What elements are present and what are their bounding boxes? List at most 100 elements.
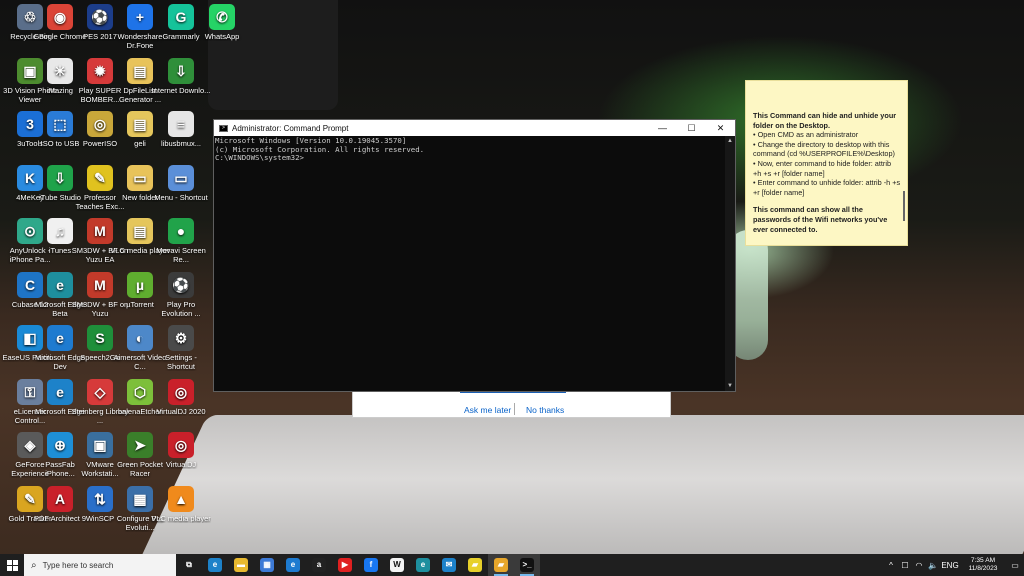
- desktop-icon[interactable]: ✆ WhatsApp: [192, 0, 252, 52]
- sticky-scrollbar[interactable]: [903, 191, 905, 221]
- sticky-heading-1: This Command can hide and unhide your fo…: [753, 111, 897, 130]
- tray-clock[interactable]: 7:35 AM 11/8/2023: [960, 557, 1006, 573]
- taskbar-app[interactable]: ⧉: [176, 554, 202, 576]
- desktop-icon-label: VirtualDJ 2020: [156, 406, 206, 416]
- sticky-bullet-list: • Open CMD as an administrator • Change t…: [753, 130, 901, 197]
- folder-icon: ▤: [127, 57, 153, 84]
- desktop-icon[interactable]: ● Movavi Screen Re...: [151, 214, 211, 266]
- edge-dev-taskbar-icon: e: [286, 558, 300, 572]
- aimersoft-icon: ◐: [127, 325, 153, 351]
- taskbar-app[interactable]: f: [358, 554, 384, 576]
- wikipedia-icon: W: [390, 558, 404, 572]
- scroll-up-icon[interactable]: ▲: [725, 136, 735, 146]
- taskbar-app[interactable]: e: [280, 554, 306, 576]
- tray-date: 11/8/2023: [968, 565, 998, 572]
- command-prompt-window[interactable]: > Administrator: Command Prompt — ☐ ✕ Mi…: [213, 119, 736, 392]
- desktop-icon[interactable]: ▭ Menu - Shortcut: [151, 161, 211, 213]
- facebook-icon: f: [364, 558, 378, 572]
- background-dialog: Ask me later No thanks: [352, 388, 671, 418]
- desktop-icon-label: Movavi Screen Re...: [156, 246, 206, 264]
- pes-icon: ⚽: [168, 271, 194, 298]
- console-prompt: C:\WINDOWS\system32>: [215, 153, 304, 163]
- task-view-icon: ⧉: [182, 558, 196, 572]
- desktop-icon[interactable]: ▲ VLC media player: [151, 482, 211, 534]
- file-icon: ▤: [127, 111, 153, 137]
- virtualdj-icon: ◎: [168, 432, 194, 458]
- mail-icon: ✉: [442, 558, 456, 572]
- tray-chevron-icon[interactable]: ^: [884, 561, 898, 570]
- idm-icon: ⇩: [168, 57, 194, 84]
- desktop-icon-label: Internet Downlo...: [151, 85, 211, 95]
- taskbar-app[interactable]: W: [384, 554, 410, 576]
- desktop-icon-label: libusbmux...: [160, 139, 202, 148]
- taskbar: ⌕ Type here to search ⧉ e ▬ ▦ e a ▶ f We ✉ ▰ ▰ >_ ^ …: [0, 554, 1024, 576]
- virtualdj-icon: ◎: [168, 378, 194, 405]
- windows-logo-icon: [6, 559, 18, 571]
- scroll-down-icon[interactable]: ▼: [725, 381, 735, 391]
- desktop-icon[interactable]: ⇩ Internet Downlo...: [151, 54, 211, 106]
- desktop-icon-label: Play Pro Evolution ...: [161, 299, 201, 318]
- sticky-note[interactable]: This Command can hide and unhide your fo…: [745, 80, 908, 246]
- balena-icon: ⬡: [127, 378, 153, 405]
- search-placeholder: Type here to search: [42, 560, 114, 570]
- youtube-icon: ▶: [338, 558, 352, 572]
- cmd-app-icon: >: [219, 124, 228, 132]
- no-thanks-link[interactable]: No thanks: [526, 405, 564, 415]
- desktop-icon-label: VirtualDJ: [165, 460, 197, 469]
- tray-time: 7:35 AM: [970, 557, 996, 564]
- sticky-bullet: • Open CMD as an administrator: [753, 130, 859, 140]
- settings-icon: ⚙: [168, 325, 194, 351]
- search-box[interactable]: ⌕ Type here to search: [24, 554, 176, 576]
- desktop-icon[interactable]: ◎ VirtualDJ 2020: [151, 375, 211, 427]
- cmd-titlebar[interactable]: > Administrator: Command Prompt — ☐ ✕: [214, 120, 735, 136]
- taskbar-app[interactable]: ▦: [254, 554, 280, 576]
- language-indicator[interactable]: ENG: [940, 561, 960, 570]
- minimize-button[interactable]: —: [648, 120, 677, 136]
- taskbar-app[interactable]: >_: [514, 554, 540, 576]
- desktop-icon[interactable]: ⚽ Play Pro Evolution ...: [151, 268, 211, 320]
- movavi-icon: ●: [168, 218, 194, 244]
- whatsapp-icon: ✆: [209, 4, 235, 30]
- edge-beta-taskbar-icon: e: [416, 558, 430, 572]
- desktop-icon[interactable]: ⚙ Settings - Shortcut: [151, 321, 211, 373]
- maximize-button[interactable]: ☐: [677, 120, 706, 136]
- taskbar-app[interactable]: ▰: [488, 554, 514, 576]
- system-tray: ^ ☐ ◠ 🔈 ENG 7:35 AM 11/8/2023 ▭: [884, 554, 1024, 576]
- desktop-icon-label: WhatsApp: [204, 32, 240, 41]
- cmd-taskbar-icon: >_: [520, 558, 534, 572]
- search-icon: ⌕: [31, 559, 37, 571]
- wifi-icon[interactable]: ◠: [912, 561, 926, 570]
- drfone-icon: +: [127, 4, 153, 30]
- taskbar-app[interactable]: e: [202, 554, 228, 576]
- taskbar-app[interactable]: a: [306, 554, 332, 576]
- desktop-icon[interactable]: ◎ VirtualDJ: [151, 428, 211, 480]
- ask-me-later-link[interactable]: Ask me later: [464, 405, 511, 415]
- taskbar-app[interactable]: ▶: [332, 554, 358, 576]
- desktop-icon-label: Menu - Shortcut: [154, 192, 208, 202]
- volume-icon[interactable]: 🔈: [926, 561, 940, 570]
- cmd-title: Administrator: Command Prompt: [232, 123, 349, 133]
- sticky-heading-2: This command can show all the passwords …: [753, 205, 888, 234]
- taskbar-app[interactable]: ▰: [462, 554, 488, 576]
- amazon-icon: a: [312, 558, 326, 572]
- vlc-icon: ▲: [168, 485, 194, 512]
- taskbar-app[interactable]: e: [410, 554, 436, 576]
- start-button[interactable]: [0, 554, 24, 576]
- folder-icon: ▭: [127, 164, 153, 191]
- notifications-icon[interactable]: ▭: [1006, 561, 1024, 570]
- taskbar-app[interactable]: ✉: [436, 554, 462, 576]
- configure-icon: ▦: [127, 485, 153, 512]
- monitor-icon: ▭: [168, 164, 194, 191]
- sticky-notes-active-icon: ▰: [494, 558, 508, 572]
- cmd-console[interactable]: Microsoft Windows [Version 10.0.19045.35…: [214, 136, 725, 391]
- close-button[interactable]: ✕: [706, 120, 735, 136]
- taskbar-app[interactable]: ▬: [228, 554, 254, 576]
- cmd-scrollbar[interactable]: ▲ ▼: [725, 136, 735, 391]
- file-icon: ≡: [168, 111, 194, 137]
- racer-icon: ➤: [127, 432, 153, 458]
- grammarly-icon: G: [168, 4, 194, 30]
- network-icon[interactable]: ☐: [898, 561, 912, 570]
- desktop-icon-label: VLC media player: [151, 513, 211, 523]
- wallpaper-keyboard: [132, 415, 1024, 575]
- desktop-icon[interactable]: ≡ libusbmux...: [151, 107, 211, 159]
